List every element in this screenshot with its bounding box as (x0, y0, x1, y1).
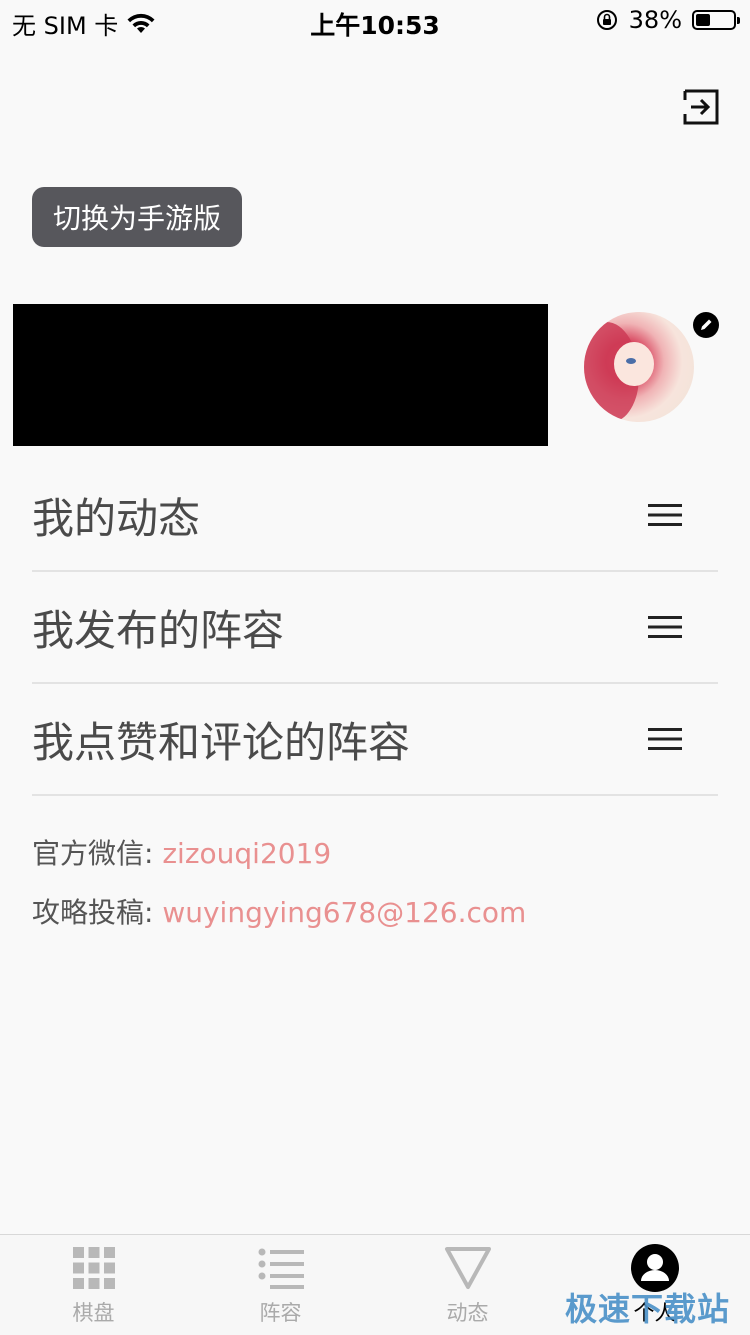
exit-button[interactable] (682, 88, 720, 126)
list-icon (258, 1248, 304, 1289)
hamburger-icon (648, 728, 682, 750)
tab-lineups[interactable]: 阵容 (187, 1235, 374, 1335)
tab-label: 棋盘 (72, 1301, 115, 1325)
status-right: 38% (595, 6, 740, 34)
menu-item-label: 我发布的阵容 (32, 605, 285, 655)
battery-percent: 38% (628, 6, 682, 34)
tab-label: 动态 (446, 1301, 489, 1325)
avatar-face (614, 342, 654, 386)
submission-label: 攻略投稿: (32, 896, 163, 929)
exit-icon (683, 89, 719, 125)
menu-item-my-lineups[interactable]: 我发布的阵容 (32, 572, 718, 684)
battery-fill (696, 14, 710, 26)
triangle-icon (444, 1247, 491, 1289)
profile-menu: 我的动态 我发布的阵容 我点赞和评论的阵容 (32, 460, 718, 796)
switch-mobile-version-button[interactable]: 切换为手游版 (32, 187, 242, 247)
tab-board[interactable]: 棋盘 (0, 1235, 187, 1335)
official-wechat: 官方微信: zizouqi2019 (32, 832, 331, 872)
rotation-lock-icon (596, 10, 617, 30)
submission-email-link[interactable]: wuyingying678@126.com (162, 896, 526, 929)
menu-item-my-posts[interactable]: 我的动态 (32, 460, 718, 572)
edit-icon (701, 319, 712, 330)
hamburger-icon (648, 504, 682, 526)
battery-icon (692, 10, 740, 30)
menu-item-liked-commented-lineups[interactable]: 我点赞和评论的阵容 (32, 684, 718, 796)
avatar[interactable] (584, 312, 694, 422)
watermark: 极速下载站 (564, 1290, 730, 1328)
tab-feed[interactable]: 动态 (374, 1235, 561, 1335)
menu-item-label: 我点赞和评论的阵容 (32, 717, 411, 767)
wechat-id[interactable]: zizouqi2019 (162, 837, 331, 870)
avatar-eye (626, 358, 636, 364)
guide-submission: 攻略投稿: wuyingying678@126.com (32, 891, 526, 931)
grid-icon (72, 1247, 115, 1289)
menu-item-label: 我的动态 (32, 493, 201, 543)
tab-label: 阵容 (259, 1301, 302, 1325)
wechat-label: 官方微信: (32, 837, 163, 870)
hamburger-icon (648, 616, 682, 638)
status-bar: 无 SIM 卡 上午10:53 38% (0, 0, 750, 40)
redacted-profile-info (13, 304, 548, 446)
edit-avatar-button[interactable] (693, 312, 719, 338)
